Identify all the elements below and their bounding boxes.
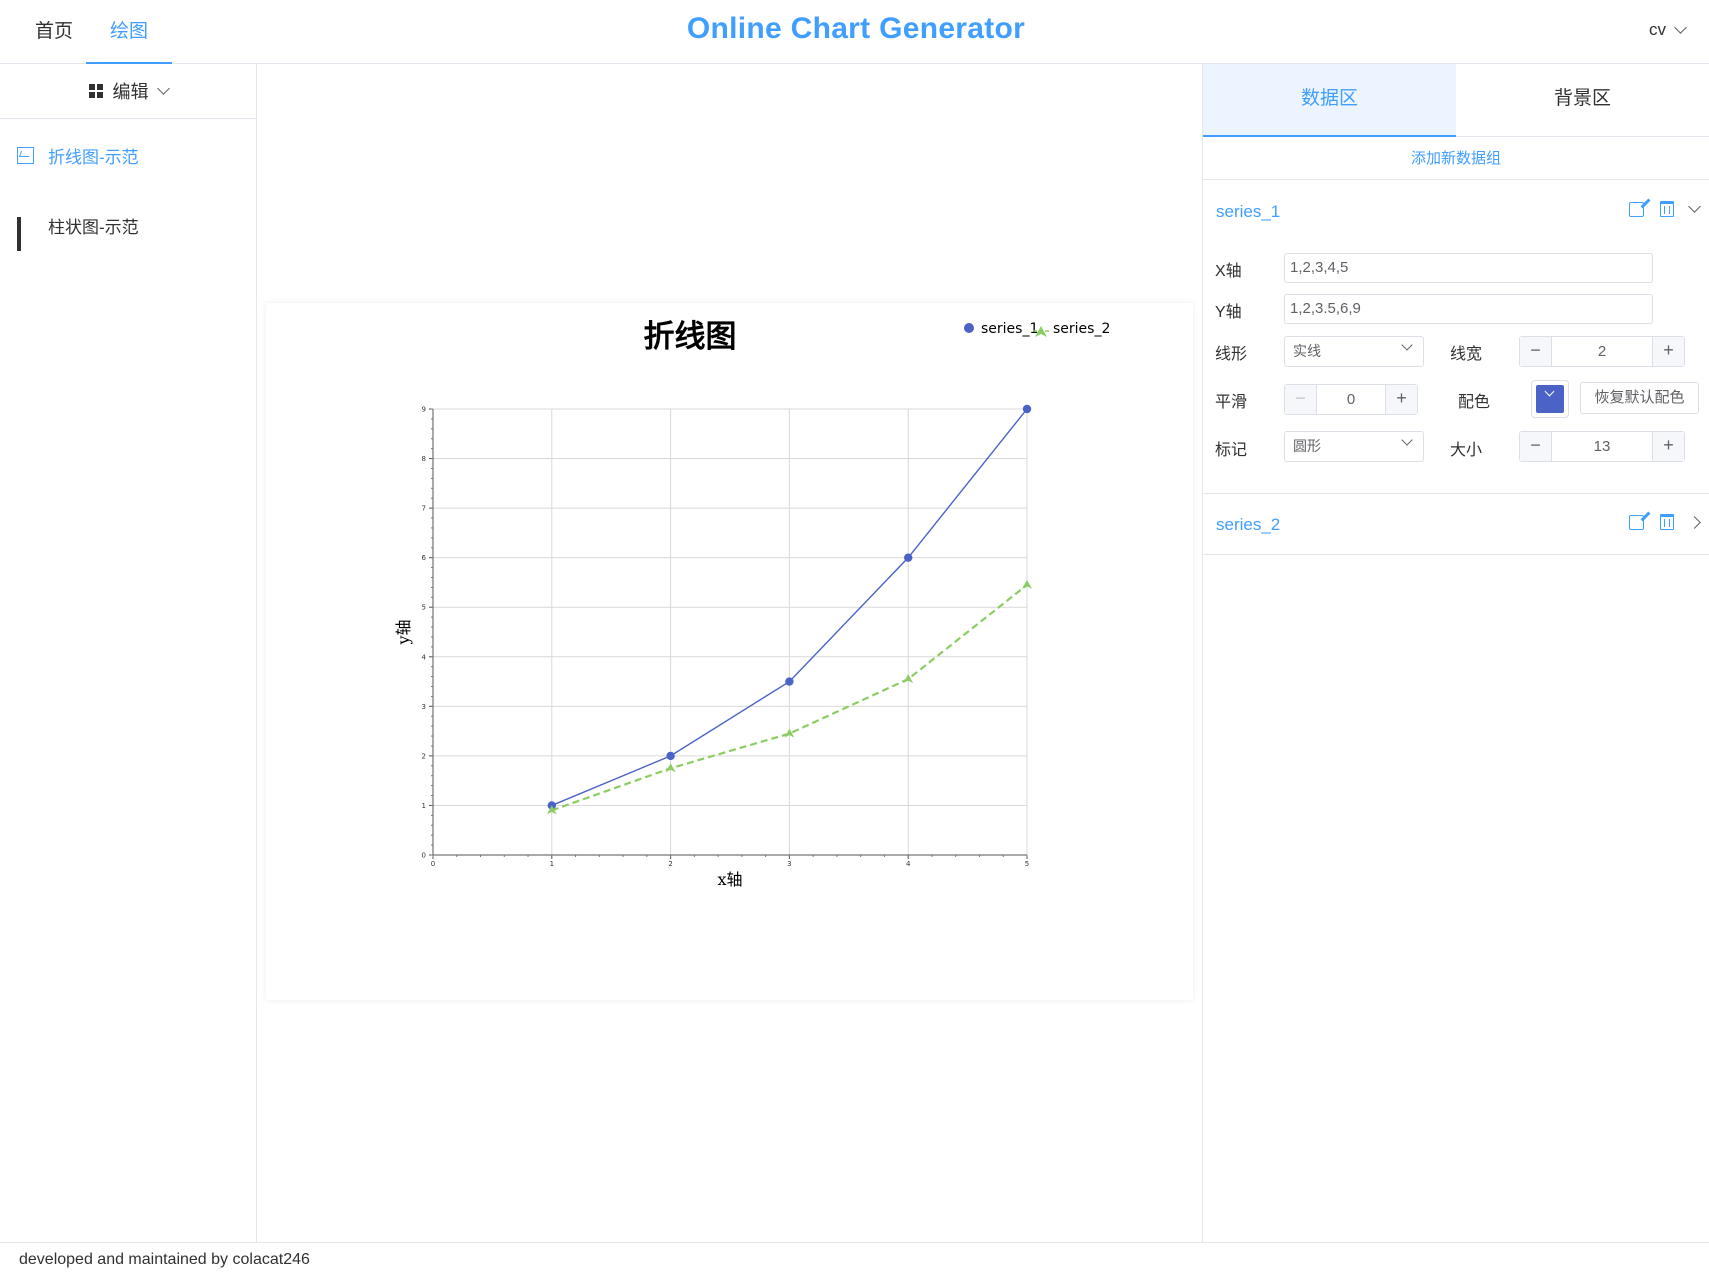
edit-menu[interactable]: 编辑 xyxy=(0,64,256,119)
chevron-down-icon xyxy=(1401,339,1413,351)
y-tick-label: 1 xyxy=(422,802,426,810)
delete-icon[interactable] xyxy=(1660,514,1674,530)
y-tick-label: 6 xyxy=(422,554,427,562)
size-value[interactable]: 13 xyxy=(1552,432,1652,461)
color-swatch xyxy=(1536,385,1564,413)
reset-color-button[interactable]: 恢复默认配色 xyxy=(1580,382,1699,414)
x-axis-label: X轴 xyxy=(1215,263,1242,280)
increment-button[interactable]: + xyxy=(1652,432,1684,461)
y-tick-label: 7 xyxy=(422,505,426,513)
line-chart: 0 1 2 3 4 5 0 1 2 3 4 5 6 7 8 9 折线图 x轴 y轴 series_1 series_2 xyxy=(394,319,1110,889)
marker-select[interactable]: 圆形 xyxy=(1284,431,1424,462)
x-axis-input[interactable]: 1,2,3,4,5 xyxy=(1284,253,1653,283)
nav-tab-draw[interactable]: 绘图 xyxy=(86,0,172,64)
sidebar-item-bar-demo[interactable]: 柱状图-示范 xyxy=(0,205,256,251)
sidebar-item-label: 柱状图-示范 xyxy=(48,217,139,237)
y-tick-label: 4 xyxy=(422,653,427,661)
line-width-stepper[interactable]: − 2 + xyxy=(1519,336,1685,367)
chevron-right-icon[interactable] xyxy=(1688,515,1701,529)
line-style-value: 实线 xyxy=(1293,343,1321,359)
y-tick-label: 2 xyxy=(422,752,426,760)
color-picker[interactable] xyxy=(1531,380,1569,418)
legend-marker-series_1 xyxy=(964,323,974,333)
sidebar-item-label: 折线图-示范 xyxy=(48,147,139,167)
smooth-label: 平滑 xyxy=(1215,394,1248,411)
chevron-down-icon xyxy=(156,82,170,95)
tab-background[interactable]: 背景区 xyxy=(1456,64,1709,137)
y-tick-label: 0 xyxy=(422,852,426,860)
grid-icon xyxy=(88,84,103,98)
y-axis-label: Y轴 xyxy=(1215,304,1242,321)
y-tick-label: 3 xyxy=(422,703,426,711)
legend-label-series_2: series_2 xyxy=(1053,321,1110,337)
edit-icon[interactable] xyxy=(1629,201,1644,217)
top-header: 首页 绘图 Online Chart Generator cv xyxy=(0,0,1709,64)
x-tick-label: 3 xyxy=(787,860,791,868)
sidebar-item-line-demo[interactable]: 折线图-示范 xyxy=(0,135,256,175)
series-tools xyxy=(1629,200,1701,217)
y-tick-label: 8 xyxy=(422,455,426,463)
sidebar: 编辑 折线图-示范 柱状图-示范 xyxy=(0,64,257,1242)
line-style-label: 线形 xyxy=(1215,346,1248,363)
series-name: series_2 xyxy=(1216,515,1281,534)
y-tick-label: 5 xyxy=(422,604,426,612)
data-point-series_1 xyxy=(904,553,913,562)
bar-chart-icon xyxy=(17,216,34,251)
x-tick-label: 4 xyxy=(906,860,911,868)
line-width-label: 线宽 xyxy=(1450,346,1483,363)
edit-menu-label: 编辑 xyxy=(112,82,149,102)
x-tick-label: 5 xyxy=(1025,860,1029,868)
y-axis-title: y轴 xyxy=(394,619,413,645)
x-tick-label: 2 xyxy=(668,860,672,868)
right-panel: 数据区 背景区 添加新数据组 series_1 X轴 1,2,3,4,5 Y轴 … xyxy=(1202,64,1709,1242)
x-tick-label: 1 xyxy=(550,860,554,868)
chevron-down-icon[interactable] xyxy=(1688,200,1701,213)
series-name: series_1 xyxy=(1216,202,1281,221)
chart-title: 折线图 xyxy=(644,319,737,355)
legend-label-series_1: series_1 xyxy=(981,321,1038,337)
increment-button[interactable]: + xyxy=(1652,337,1684,366)
x-axis-title: x轴 xyxy=(717,870,742,889)
decrement-button[interactable]: − xyxy=(1520,337,1552,366)
size-stepper[interactable]: − 13 + xyxy=(1519,431,1685,462)
series-header-2[interactable]: series_2 xyxy=(1203,494,1709,556)
increment-button[interactable]: + xyxy=(1385,385,1417,414)
smooth-value[interactable]: 0 xyxy=(1317,385,1385,414)
y-tick-label: 9 xyxy=(422,406,426,414)
line-width-value[interactable]: 2 xyxy=(1552,337,1652,366)
tab-data[interactable]: 数据区 xyxy=(1203,64,1456,137)
line-style-select[interactable]: 实线 xyxy=(1284,336,1424,367)
add-data-group-button[interactable]: 添加新数据组 xyxy=(1203,137,1709,180)
series-tools xyxy=(1629,514,1701,530)
series-header-1[interactable]: series_1 xyxy=(1203,181,1709,243)
user-menu[interactable]: cv xyxy=(1649,20,1687,40)
data-point-series_1 xyxy=(666,751,675,761)
edit-icon[interactable] xyxy=(1629,514,1644,530)
chevron-down-icon xyxy=(1544,386,1555,397)
delete-icon[interactable] xyxy=(1660,201,1674,217)
decrement-button[interactable]: − xyxy=(1285,385,1317,414)
chart-card: 0 1 2 3 4 5 0 1 2 3 4 5 6 7 8 9 折线图 x轴 y轴 series_1 series_2 xyxy=(266,303,1193,1000)
chevron-down-icon xyxy=(1674,21,1687,34)
decrement-button[interactable]: − xyxy=(1520,432,1552,461)
x-tick-label: 0 xyxy=(431,860,435,868)
nav-tab-home[interactable]: 首页 xyxy=(18,0,90,63)
y-axis-input[interactable]: 1,2,3.5,6,9 xyxy=(1284,294,1653,324)
data-point-series_1 xyxy=(785,677,794,686)
size-label: 大小 xyxy=(1450,442,1483,459)
color-label: 配色 xyxy=(1458,394,1491,411)
data-point-series_1 xyxy=(1022,404,1032,414)
user-name: cv xyxy=(1649,20,1666,39)
smooth-stepper[interactable]: − 0 + xyxy=(1284,384,1418,415)
marker-value: 圆形 xyxy=(1293,438,1321,454)
app-title: Online Chart Generator xyxy=(686,12,1026,45)
divider xyxy=(1203,554,1709,555)
chevron-down-icon xyxy=(1401,434,1413,446)
footer: developed and maintained by colacat246 xyxy=(0,1242,1709,1277)
panel-tabs: 数据区 背景区 xyxy=(1203,64,1709,137)
marker-label: 标记 xyxy=(1215,442,1248,459)
line-chart-icon xyxy=(17,146,34,164)
